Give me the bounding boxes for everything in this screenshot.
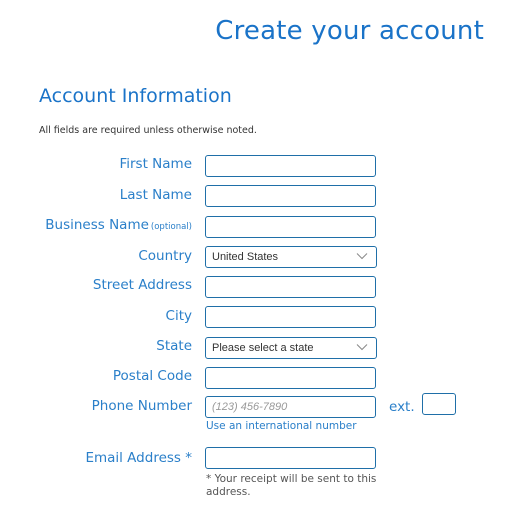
country-select[interactable]: United States — [205, 246, 377, 268]
email-address-label: Email Address * — [85, 450, 192, 466]
page-title: Create your account — [215, 16, 484, 46]
ext-label: ext. — [389, 399, 415, 415]
last-name-input[interactable] — [205, 185, 376, 207]
phone-number-label: Phone Number — [91, 398, 192, 414]
required-note: All fields are required unless otherwise… — [39, 125, 257, 136]
postal-code-input[interactable] — [205, 367, 376, 389]
section-title: Account Information — [39, 85, 232, 107]
street-address-input[interactable] — [205, 276, 376, 298]
chevron-down-icon — [356, 344, 368, 351]
first-name-input[interactable] — [205, 155, 376, 177]
city-label: City — [165, 308, 192, 324]
optional-tag: (optional) — [150, 222, 192, 232]
city-input[interactable] — [205, 306, 376, 328]
postal-code-label: Postal Code — [112, 368, 192, 384]
email-helper-text: * Your receipt will be sent to this addr… — [206, 473, 377, 498]
international-number-link[interactable]: Use an international number — [206, 420, 357, 432]
phone-ext-input[interactable] — [422, 393, 456, 415]
first-name-label: First Name — [119, 156, 192, 172]
email-address-input[interactable] — [205, 447, 376, 469]
country-label: Country — [138, 248, 192, 264]
street-address-label: Street Address — [92, 277, 192, 293]
last-name-label: Last Name — [119, 187, 192, 203]
business-name-label: Business Name (optional) — [0, 215, 192, 237]
phone-number-input[interactable] — [205, 396, 376, 418]
business-name-input[interactable] — [205, 216, 376, 238]
chevron-down-icon — [356, 253, 368, 260]
state-select[interactable]: Please select a state — [205, 337, 377, 359]
business-name-label-text: Business Name — [45, 217, 149, 233]
country-selected-value: United States — [212, 251, 279, 263]
state-selected-value: Please select a state — [212, 342, 314, 354]
state-label: State — [156, 338, 192, 354]
